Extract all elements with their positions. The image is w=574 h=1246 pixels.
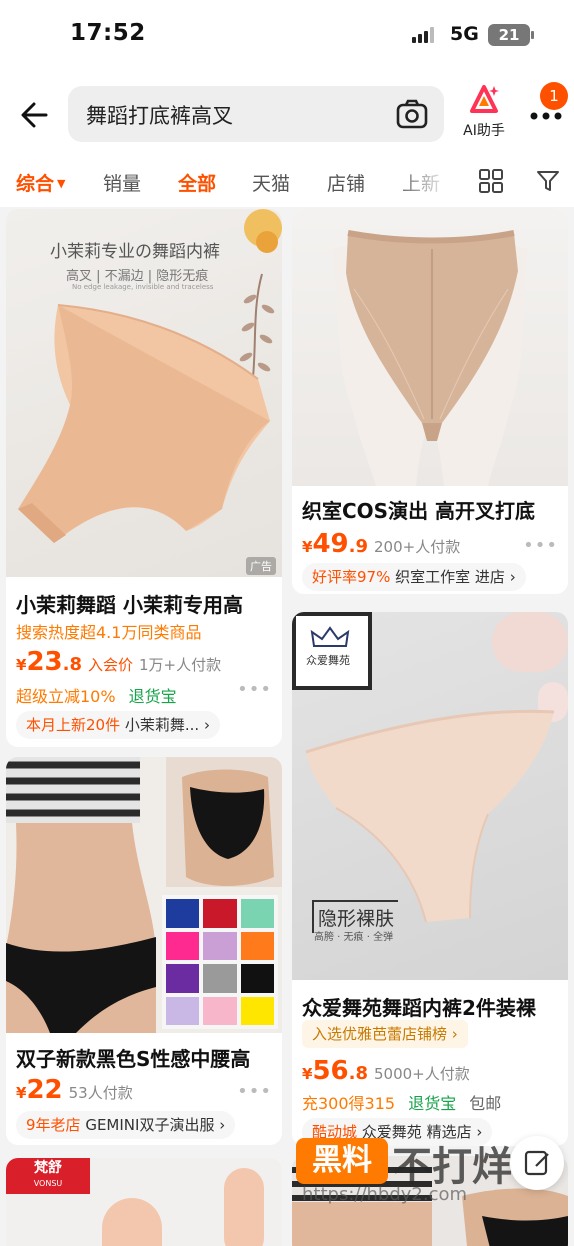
hot-search-text: 搜索热度超4.1万同类商品 [16,623,202,642]
promo-row: 超级立减10% 退货宝 [16,683,177,707]
price-currency: ¥ [16,656,27,674]
filter-icon[interactable] [535,168,561,194]
price-decimal: .9 [348,536,368,557]
search-header: 舞蹈打底裤高叉 AI助手 1 [0,70,574,155]
battery-icon: 21 [488,24,530,46]
watermark-url: https://hbdy2.com [302,1184,468,1205]
more-options-icon[interactable]: ••• [237,1081,272,1102]
price-currency: ¥ [16,1084,27,1102]
battery-cap [531,31,534,39]
store-name: 小茉莉舞... [124,716,200,734]
chevron-right-icon: › [219,1116,226,1134]
product-card[interactable]: 众爱舞苑 隐形裸肤 高胯 · 无痕 · 全弹 众爱舞苑舞蹈内裤2件装裸 入选优雅… [292,612,568,1146]
product-image[interactable]: 梵舒 VONSU [6,1158,282,1246]
store-highlight: 好评率97% [312,568,391,586]
promo-discount: 超级立减10% [16,687,116,706]
store-link[interactable]: 本月上新20件 小茉莉舞... › [16,711,220,739]
tab-shops[interactable]: 店铺 [327,169,365,196]
brand-name: 梵舒 [34,1160,62,1176]
chevron-right-icon: › [509,568,516,586]
tab-label: 综合 [16,173,55,195]
price-decimal: .8 [348,1063,368,1084]
brand-name-en: VONSU [33,1179,63,1188]
price-row: ¥23.8 入会价 1万+人付款 [16,647,221,677]
store-highlight: 本月上新20件 [26,716,121,734]
panty-illustration [18,304,270,543]
leg-shape [224,1168,264,1246]
leg-shape [102,1198,162,1246]
price-currency: ¥ [302,1065,313,1083]
ad-badge: 广告 [246,557,276,575]
camera-icon[interactable] [394,96,430,132]
sales-count: 53人付款 [68,1084,133,1102]
caret-down-icon: ▼ [57,177,66,190]
ai-assistant-button[interactable]: AI助手 [456,84,512,144]
ai-sparkle-icon [470,85,499,113]
store-link[interactable]: 好评率97% 织室工作室 进店 › [302,563,526,591]
search-input[interactable]: 舞蹈打底裤高叉 [86,100,233,130]
more-options-icon[interactable]: ••• [237,679,272,700]
price-row: ¥22 53人付款 [16,1075,133,1105]
network-type: 5G [450,23,479,45]
more-options-icon[interactable]: ••• [523,535,558,556]
product-card[interactable]: 双子新款黑色S性感中腰高 ¥22 53人付款 ••• 9年老店 GEMINI双子演… [6,757,282,1145]
notification-badge: 1 [540,82,568,110]
filter-tabs: 综合▼ 销量 全部 天猫 店铺 上新 [0,155,574,207]
store-link[interactable]: 9年老店 GEMINI双子演出服 › [16,1111,236,1139]
product-image[interactable] [292,209,568,486]
store-ranking-tag[interactable]: 入选优雅芭蕾店铺榜 › [302,1020,468,1048]
product-title[interactable]: 小茉莉舞蹈 小茉莉专用高 [16,589,274,618]
image-subline: 高胯 · 无痕 · 全弹 [314,932,394,943]
feedback-button[interactable] [510,1136,564,1190]
tab-tmall[interactable]: 天猫 [252,169,290,196]
product-title[interactable]: 织室COS演出 高开叉打底 [302,495,562,524]
product-title[interactable]: 众爱舞苑舞蹈内裤2件装裸 [302,992,562,1021]
edit-icon [524,1150,549,1176]
chevron-right-icon: › [203,716,210,734]
product-card[interactable]: 织室COS演出 高开叉打底 ¥49.9 200+人付款 ••• 好评率97% 织室… [292,209,568,594]
promo-recharge: 充300得315 [302,1094,396,1113]
member-price-tag: 入会价 [88,656,134,674]
price-currency: ¥ [302,538,313,556]
product-image[interactable]: 小茉莉专业の舞蹈内裤 高叉 | 不漏边 | 隐形无痕 No edge leaka… [6,209,282,577]
status-bar: 17:52 5G 21 [0,0,574,70]
product-title[interactable]: 双子新款黑色S性感中腰高 [16,1043,274,1072]
tab-comprehensive[interactable]: 综合 ▼ [16,169,65,196]
price-integer: 23 [26,647,63,677]
sales-count: 200+人付款 [374,538,461,556]
sales-count: 1万+人付款 [139,656,222,674]
grid-view-icon[interactable] [478,168,504,194]
product-card[interactable]: 梵舒 VONSU [6,1158,282,1246]
store-highlight: 9年老店 [26,1116,81,1134]
tab-all[interactable]: 全部 [178,169,216,196]
status-time: 17:52 [70,20,146,46]
product-image[interactable]: 众爱舞苑 隐形裸肤 高胯 · 无痕 · 全弹 [292,612,568,980]
tabs-fade [392,155,452,207]
ai-assistant-label: AI助手 [463,123,505,139]
watermark-badge: 黑料 [296,1138,388,1184]
price-decimal: .8 [62,654,82,675]
store-name: 织室工作室 进店 [395,568,505,586]
price-row: ¥49.9 200+人付款 [302,529,460,559]
brand-logo: 梵舒 VONSU [6,1158,90,1194]
price-integer: 56 [312,1056,349,1086]
free-shipping-tag: 包邮 [469,1094,502,1113]
promo-row: 充300得315 退货宝 包邮 [302,1090,501,1114]
product-card[interactable]: 小茉莉专业の舞蹈内裤 高叉 | 不漏边 | 隐形无痕 No edge leaka… [6,209,282,747]
tights-illustration [332,230,528,486]
price-integer: 49 [312,529,349,559]
return-insurance-tag: 退货宝 [408,1094,457,1113]
price-integer: 22 [26,1075,63,1105]
search-bar[interactable]: 舞蹈打底裤高叉 [68,86,444,142]
tab-sales[interactable]: 销量 [103,169,141,196]
back-arrow-icon[interactable] [16,95,56,135]
color-swatches [162,895,278,1029]
store-name: GEMINI双子演出服 [85,1116,215,1134]
product-image[interactable] [6,757,282,1033]
sales-count: 5000+人付款 [374,1065,470,1083]
return-insurance-tag: 退货宝 [128,687,177,706]
price-row: ¥56.8 5000+人付款 [302,1056,470,1086]
